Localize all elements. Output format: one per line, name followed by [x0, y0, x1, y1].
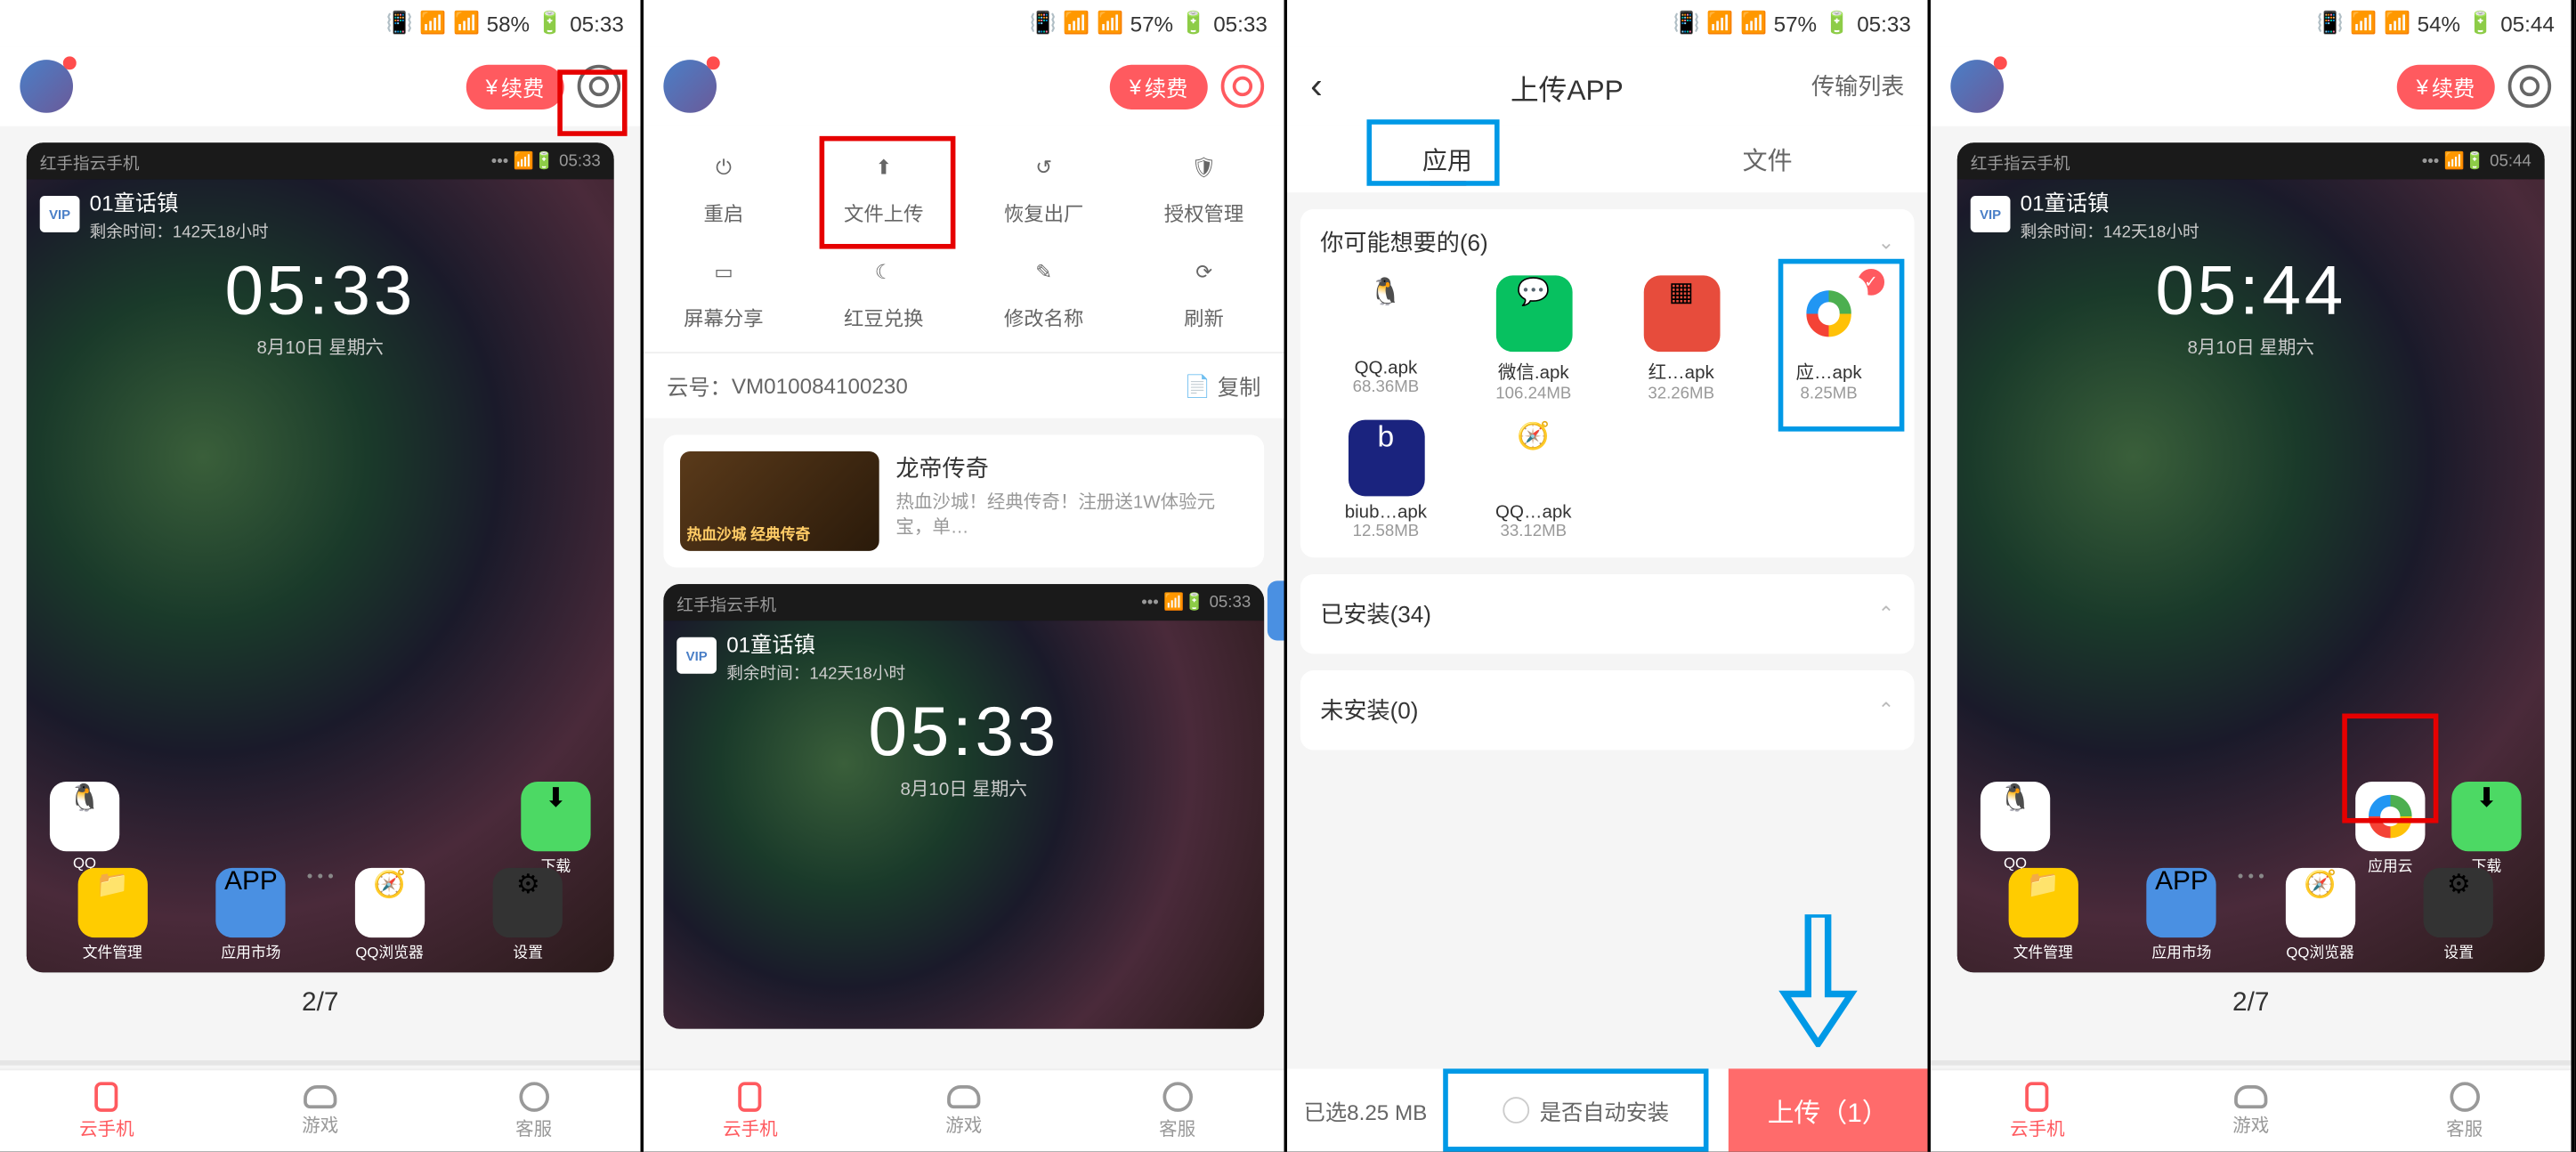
download-app-icon[interactable]: ⬇下载 [521, 782, 590, 876]
app-item-qqb[interactable]: 🧭QQ…apk33.12MB [1468, 420, 1599, 541]
refresh-button[interactable]: ⟳刷新 [1124, 250, 1284, 331]
signal-icon: 📶 [1097, 10, 1123, 37]
suggested-header[interactable]: 你可能想要的(6)⌄ [1320, 226, 1894, 259]
bean-exchange-button[interactable]: ☾红豆兑换 [804, 250, 964, 331]
app-header: ¥ 续费 [644, 46, 1284, 126]
rename-button[interactable]: ✎修改名称 [964, 250, 1124, 331]
page-indicator: 2/7 [1931, 989, 2572, 1019]
wifi-icon: 📶 [419, 10, 446, 37]
renew-button[interactable]: ¥ 续费 [1109, 64, 1207, 109]
time-remaining: 剩余时间：142天18小时 [90, 217, 269, 242]
app-header: ¥ 续费 [0, 46, 641, 126]
side-handle[interactable] [1268, 580, 1284, 640]
factory-reset-button[interactable]: ↺恢复出厂 [964, 146, 1124, 227]
promo-title: 龙帝传奇 [895, 451, 1247, 484]
action-grid: ⏻重启 ⬆文件上传 ↺恢复出厂 🛡授权管理 ▭屏幕分享 ☾红豆兑换 ✎修改名称 … [644, 126, 1284, 353]
notinstalled-section[interactable]: 未安装(0)⌃ [1300, 670, 1915, 750]
avatar[interactable] [663, 60, 717, 113]
app-item-qq[interactable]: 🐧QQ.apk68.36MB [1320, 275, 1451, 403]
renew-button[interactable]: ¥ 续费 [466, 64, 563, 109]
settings-app-icon[interactable]: ⚙设置 [2424, 868, 2493, 962]
avatar[interactable] [20, 60, 73, 113]
qq-browser-icon[interactable]: 🧭QQ浏览器 [354, 868, 424, 962]
app-item-cloud[interactable]: ✓应…apk8.25MB [1763, 275, 1894, 403]
dock: 📁文件管理 APP应用市场 🧭QQ浏览器 ⚙设置 [27, 868, 614, 962]
arrow-annotation [1778, 914, 1858, 1055]
vip-info: VIP 01童话镇 剩余时间：142天18小时 [40, 186, 269, 242]
cloud-id-value: VM010084100230 [732, 373, 908, 398]
cloud-phone-preview[interactable]: 红手指云手机••• 📶🔋 05:33 VIP 01童话镇剩余时间：142天18小… [663, 584, 1264, 1029]
status-time: 05:33 [570, 11, 624, 36]
avatar[interactable] [1950, 60, 2004, 113]
qq-app-icon[interactable]: 🐧QQ [1981, 782, 2050, 876]
battery-pct: 58% [487, 11, 531, 36]
pm-status-bar: 红手指云手机 ••• 📶🔋 05:33 [27, 142, 614, 179]
app-item-biub[interactable]: bbiub…apk12.58MB [1320, 420, 1451, 541]
signal-icon: 📶 [453, 10, 480, 37]
page-title: 上传APP [1323, 66, 1811, 108]
vip-badge: VIP [40, 196, 80, 232]
upload-header: ‹ 上传APP 传输列表 [1287, 46, 1928, 126]
clock: 05:33 8月10日 星期六 [27, 250, 614, 360]
settings-app-icon[interactable]: ⚙设置 [493, 868, 563, 962]
chevron-down-icon: ⌄ [1877, 231, 1894, 254]
settings-icon[interactable] [2508, 65, 2551, 108]
back-button[interactable]: ‹ [1310, 65, 1323, 108]
wifi-icon: 📶 [1063, 10, 1090, 37]
promo-card[interactable]: 龙帝传奇 热血沙城！经典传奇！注册送1W体验元宝，单… [663, 434, 1264, 567]
upload-button[interactable]: ⬆文件上传 [804, 146, 964, 227]
qq-browser-icon[interactable]: 🧭QQ浏览器 [2285, 868, 2354, 962]
settings-icon[interactable] [1221, 65, 1264, 108]
screenshot-4: 📳📶📶 54%🔋 05:44 ¥ 续费 红手指云手机••• 📶🔋 05:44 V… [1931, 0, 2574, 1152]
screen-share-button[interactable]: ▭屏幕分享 [644, 250, 804, 331]
home-icons: 🐧QQ ⬇下载 [27, 782, 614, 876]
auth-button[interactable]: 🛡授权管理 [1124, 146, 1284, 227]
copy-button[interactable]: 📄 复制 [1184, 370, 1260, 402]
status-bar: 📳📶📶 54%🔋 05:44 [1931, 0, 2572, 46]
checkbox-icon [1503, 1097, 1530, 1124]
cloud-app-icon[interactable]: 应用云 [2355, 782, 2425, 876]
screenshot-1: 📳 📶 📶 58% 🔋 05:33 ¥ 续费 红手指云手机 ••• 📶🔋 05:… [0, 0, 644, 1152]
app-store-icon[interactable]: APP应用市场 [2147, 868, 2216, 962]
file-manager-icon[interactable]: 📁文件管理 [2008, 868, 2078, 962]
tab-file[interactable]: 文件 [1608, 126, 1928, 193]
app-store-icon[interactable]: APP应用市场 [216, 868, 286, 962]
app-header: ¥ 续费 [1931, 46, 2572, 126]
screenshot-3: 📳📶📶 57%🔋 05:33 ‹ 上传APP 传输列表 应用 文件 你可能想要的… [1287, 0, 1931, 1152]
vibrate-icon: 📳 [386, 10, 413, 37]
qq-app-icon[interactable]: 🐧QQ [50, 782, 119, 876]
installed-section[interactable]: 已安装(34)⌃ [1300, 574, 1915, 653]
status-bar: 📳📶📶 57%🔋 05:33 [1287, 0, 1928, 46]
cloud-id-row: 云号：VM010084100230 📄 复制 [644, 352, 1284, 418]
renew-button[interactable]: ¥ 续费 [2396, 64, 2494, 109]
promo-desc: 热血沙城！经典传奇！注册送1W体验元宝，单… [895, 491, 1247, 542]
vibrate-icon: 📳 [1030, 10, 1057, 37]
device-name: 01童话镇 [90, 186, 269, 217]
promo-image [680, 451, 879, 551]
status-bar: 📳 📶 📶 58% 🔋 05:33 [0, 0, 641, 46]
page-indicator: 2/7 [0, 989, 641, 1019]
screenshot-2: 📳 📶 📶 57% 🔋 05:33 ¥ 续费 ⏻重启 ⬆文件上传 ↺恢复出厂 🛡… [644, 0, 1287, 1152]
suggested-section: 你可能想要的(6)⌄ 🐧QQ.apk68.36MB 💬微信.apk106.24M… [1300, 209, 1915, 557]
battery-icon: 🔋 [537, 10, 563, 37]
settings-icon[interactable] [578, 65, 620, 108]
restart-button[interactable]: ⏻重启 [644, 146, 804, 227]
tabs: 应用 文件 [1287, 126, 1928, 193]
selected-size: 已选8.25 MB [1287, 1094, 1444, 1125]
app-item-wechat[interactable]: 💬微信.apk106.24MB [1468, 275, 1599, 403]
app-item-red[interactable]: ▦红…apk32.26MB [1616, 275, 1746, 403]
battery-icon: 🔋 [1180, 10, 1207, 37]
file-manager-icon[interactable]: 📁文件管理 [77, 868, 147, 962]
tab-app[interactable]: 应用 [1287, 126, 1608, 193]
auto-install-toggle[interactable]: 是否自动安装 [1444, 1094, 1729, 1125]
status-bar: 📳 📶 📶 57% 🔋 05:33 [644, 0, 1284, 46]
transfer-list-link[interactable]: 传输列表 [1811, 69, 1904, 102]
cloud-phone-preview[interactable]: 红手指云手机 ••• 📶🔋 05:33 VIP 01童话镇 剩余时间：142天1… [27, 142, 614, 972]
cloud-phone-preview[interactable]: 红手指云手机••• 📶🔋 05:44 VIP 01童话镇剩余时间：142天18小… [1957, 142, 2545, 972]
download-app-icon[interactable]: ⬇下载 [2451, 782, 2521, 876]
